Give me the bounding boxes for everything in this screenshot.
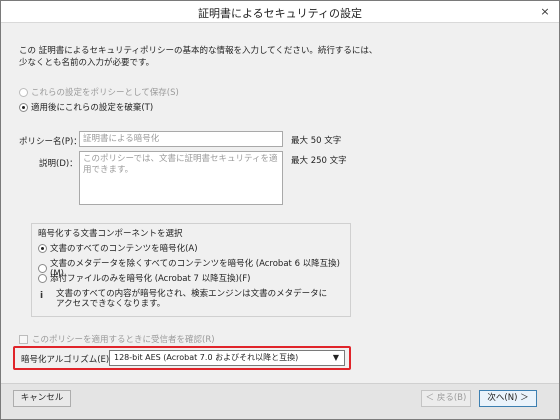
back-button[interactable]: ＜ 戻る(B) bbox=[421, 390, 471, 407]
confirm-recipients-label: このポリシーを適用するときに受信者を確認(R) bbox=[32, 335, 215, 345]
discard-after-apply-option[interactable]: 適用後にこれらの設定を破棄(T) bbox=[19, 101, 153, 113]
encrypt-attachments-radio[interactable] bbox=[38, 273, 47, 283]
policy-name-input[interactable]: 証明書による暗号化 bbox=[79, 131, 283, 147]
window-title: 証明書によるセキュリティの設定 bbox=[197, 7, 362, 20]
info-line-1: 文書のすべての内容が暗号化され、検索エンジンは文書のメタデータに bbox=[56, 289, 328, 299]
document-components-group: 暗号化する文書コンポーネントを選択 文書のすべてのコンテンツを暗号化(A) 文書… bbox=[31, 223, 351, 317]
dialog-window: 証明書によるセキュリティの設定 × この 証明書によるセキュリティポリシーの基本… bbox=[0, 0, 560, 420]
encrypt-all-radio[interactable] bbox=[38, 243, 47, 253]
description-max-length: 最大 250 文字 bbox=[291, 156, 347, 166]
encrypt-all-option[interactable]: 文書のすべてのコンテンツを暗号化(A) bbox=[38, 242, 198, 254]
encrypt-attachments-option[interactable]: 添付ファイルのみを暗号化 (Acrobat 7 以降互換)(F) bbox=[38, 272, 250, 284]
description-textarea[interactable]: このポリシーでは、文書に証明書セキュリティを適 用できます。 bbox=[79, 151, 283, 205]
confirm-recipients-option[interactable]: このポリシーを適用するときに受信者を確認(R) bbox=[19, 333, 215, 345]
intro-line-1: この 証明書によるセキュリティポリシーの基本的な情報を入力してください。続行する… bbox=[19, 46, 378, 56]
close-icon[interactable]: × bbox=[537, 4, 553, 19]
algorithm-select[interactable]: 128-bit AES (Acrobat 7.0 およびそれ以降と互換) ▼ bbox=[109, 350, 345, 366]
policy-name-max-length: 最大 50 文字 bbox=[291, 136, 342, 146]
save-as-policy-option[interactable]: これらの設定をポリシーとして保存(S) bbox=[19, 86, 179, 98]
save-as-policy-radio[interactable] bbox=[19, 87, 28, 97]
info-icon: i bbox=[40, 291, 44, 301]
group-title: 暗号化する文書コンポーネントを選択 bbox=[38, 229, 183, 239]
save-as-policy-label: これらの設定をポリシーとして保存(S) bbox=[31, 88, 179, 98]
description-label: 説明(D)： bbox=[39, 159, 78, 169]
info-line-2: アクセスできなくなります。 bbox=[56, 299, 166, 309]
next-button[interactable]: 次へ(N) ＞ bbox=[479, 390, 537, 407]
confirm-recipients-checkbox[interactable] bbox=[19, 334, 28, 344]
discard-after-apply-radio[interactable] bbox=[19, 102, 28, 112]
intro-text: この 証明書によるセキュリティポリシーの基本的な情報を入力してください。続行する… bbox=[19, 45, 539, 69]
description-line-1: このポリシーでは、文書に証明書セキュリティを適 bbox=[83, 154, 278, 164]
title-bar: 証明書によるセキュリティの設定 × bbox=[1, 1, 559, 23]
policy-name-label: ポリシー名(P)： bbox=[19, 137, 82, 147]
cancel-button[interactable]: キャンセル bbox=[13, 390, 71, 407]
algorithm-selected-value: 128-bit AES (Acrobat 7.0 およびそれ以降と互換) bbox=[114, 353, 299, 362]
button-bar: キャンセル ＜ 戻る(B) 次へ(N) ＞ bbox=[1, 383, 559, 419]
description-line-2: 用できます。 bbox=[83, 165, 134, 175]
encrypt-attachments-label: 添付ファイルのみを暗号化 (Acrobat 7 以降互換)(F) bbox=[50, 274, 251, 284]
components-info-text: 文書のすべての内容が暗号化され、検索エンジンは文書のメタデータに アクセスできな… bbox=[56, 289, 346, 309]
chevron-down-icon[interactable]: ▼ bbox=[330, 352, 342, 364]
intro-line-2: 少なくとも名前の入力が必要です。 bbox=[19, 58, 155, 68]
discard-after-apply-label: 適用後にこれらの設定を破棄(T) bbox=[31, 103, 154, 113]
encrypt-all-label: 文書のすべてのコンテンツを暗号化(A) bbox=[50, 244, 198, 254]
algorithm-label: 暗号化アルゴリズム(E)： bbox=[21, 355, 118, 365]
